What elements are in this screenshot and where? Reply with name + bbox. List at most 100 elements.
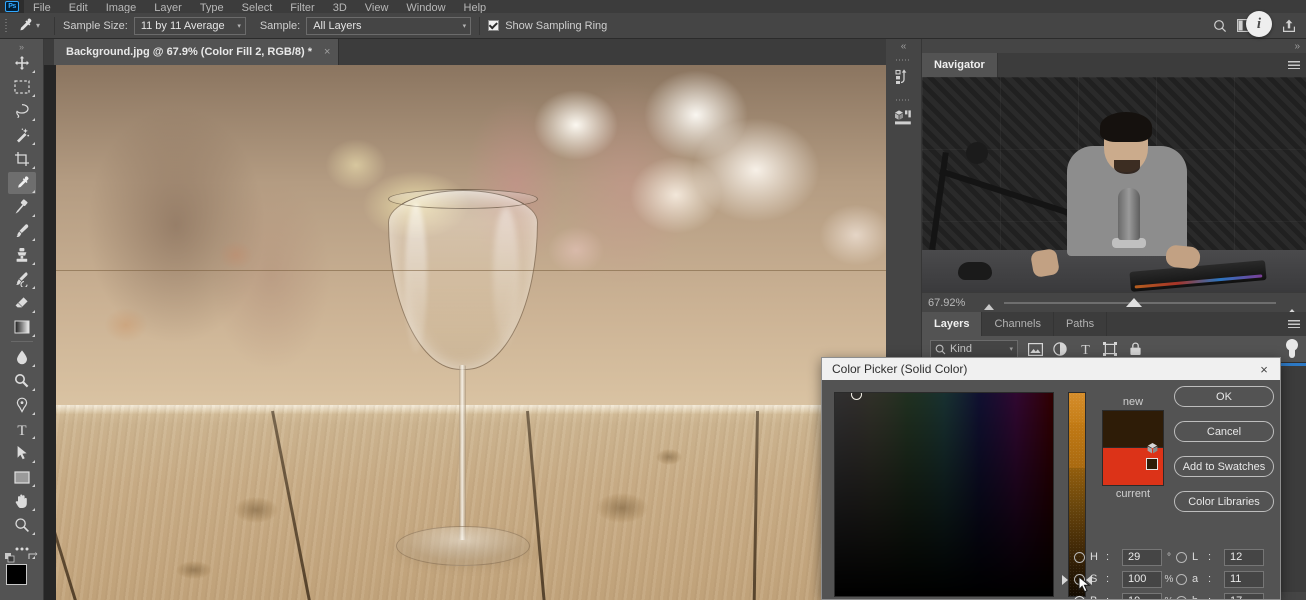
- menu-view[interactable]: View: [356, 0, 398, 13]
- gradient-tool[interactable]: [8, 316, 36, 338]
- rectangular-marquee-tool[interactable]: [8, 76, 36, 98]
- hue-input[interactable]: 29: [1122, 548, 1162, 566]
- panel-group-grip[interactable]: [886, 56, 920, 63]
- hue-field-group[interactable]: H : 29 °: [1074, 548, 1176, 566]
- tool-preset-chevron-icon[interactable]: ▾: [36, 21, 40, 30]
- properties-panel-icon[interactable]: [888, 103, 918, 131]
- share-icon[interactable]: [1282, 18, 1296, 33]
- history-panel-icon[interactable]: [888, 63, 918, 91]
- menu-select[interactable]: Select: [233, 0, 282, 13]
- toolbar-collapse-handle[interactable]: [0, 43, 43, 52]
- navigator-view-box[interactable]: [924, 79, 1304, 290]
- color-field[interactable]: [834, 392, 1054, 597]
- clone-stamp-tool[interactable]: [8, 244, 36, 266]
- eyedropper-icon[interactable]: [12, 15, 36, 37]
- tab-paths[interactable]: Paths: [1053, 312, 1108, 336]
- color-libraries-button[interactable]: Color Libraries: [1174, 491, 1274, 512]
- menu-edit[interactable]: Edit: [60, 0, 97, 13]
- lab-a-input[interactable]: 11: [1224, 570, 1264, 588]
- menu-help[interactable]: Help: [455, 0, 496, 13]
- gamut-warning-icon[interactable]: [1146, 442, 1159, 455]
- eraser-tool[interactable]: [8, 292, 36, 314]
- blur-tool[interactable]: [8, 346, 36, 368]
- path-selection-tool[interactable]: [8, 442, 36, 464]
- lab-b-input[interactable]: 17: [1224, 592, 1264, 599]
- filter-smart-object-icon[interactable]: [1127, 341, 1143, 357]
- panel-menu-icon[interactable]: [1282, 312, 1306, 336]
- filter-pixel-icon[interactable]: [1027, 341, 1043, 357]
- menu-window[interactable]: Window: [397, 0, 454, 13]
- menu-filter[interactable]: Filter: [281, 0, 323, 13]
- navigator-zoom-slider[interactable]: [1004, 296, 1276, 310]
- expand-panels-icon[interactable]: «: [886, 39, 921, 53]
- history-brush-tool[interactable]: [8, 268, 36, 290]
- menu-type[interactable]: Type: [191, 0, 233, 13]
- sample-size-select[interactable]: 11 by 11 Average ▾: [133, 16, 246, 35]
- canvas-area[interactable]: [44, 65, 886, 600]
- menu-layer[interactable]: Layer: [145, 0, 191, 13]
- saturation-input[interactable]: 100: [1122, 570, 1162, 588]
- close-icon[interactable]: ×: [324, 46, 330, 58]
- hand-tool[interactable]: [8, 490, 36, 512]
- hue-slider-handle-left[interactable]: [1062, 575, 1068, 585]
- rectangle-tool[interactable]: [8, 466, 36, 488]
- pen-tool[interactable]: [8, 394, 36, 416]
- cancel-button[interactable]: Cancel: [1174, 421, 1274, 442]
- color-picker-titlebar[interactable]: Color Picker (Solid Color) ×: [822, 358, 1280, 380]
- sample-select[interactable]: All Layers ▾: [306, 16, 472, 35]
- filter-adjustment-icon[interactable]: [1052, 341, 1068, 357]
- document-tab[interactable]: Background.jpg @ 67.9% (Color Fill 2, RG…: [54, 39, 340, 65]
- navigator-zoom-value[interactable]: 67.92%: [928, 297, 974, 309]
- zoom-tool[interactable]: [8, 514, 36, 536]
- web-safe-color-chip[interactable]: [1146, 458, 1158, 470]
- filter-kind-select[interactable]: Kind ▾: [930, 340, 1018, 358]
- brush-tool[interactable]: [8, 220, 36, 242]
- ok-button[interactable]: OK: [1174, 386, 1274, 407]
- tab-navigator[interactable]: Navigator: [922, 53, 998, 77]
- type-tool[interactable]: T: [8, 418, 36, 440]
- panel-group-grip[interactable]: [886, 96, 920, 103]
- close-icon[interactable]: ×: [1254, 362, 1274, 377]
- navigator-thumbnail[interactable]: [922, 77, 1306, 292]
- tab-layers[interactable]: Layers: [922, 312, 983, 336]
- tab-channels[interactable]: Channels: [982, 312, 1054, 336]
- brightness-label: B: [1090, 595, 1106, 599]
- lightness-input[interactable]: 12: [1224, 548, 1264, 566]
- lightness-field-group[interactable]: L : 12: [1176, 548, 1278, 566]
- toolbar-divider-1: [10, 341, 33, 342]
- zoom-out-icon[interactable]: [982, 296, 996, 310]
- lab-b-radio[interactable]: [1176, 595, 1187, 599]
- glass-rim: [388, 189, 538, 209]
- search-icon[interactable]: [1213, 19, 1227, 33]
- zoom-in-icon[interactable]: [1284, 296, 1300, 318]
- healing-brush-tool[interactable]: [8, 196, 36, 218]
- dodge-tool[interactable]: [8, 370, 36, 392]
- document-image[interactable]: [56, 65, 886, 600]
- lasso-tool[interactable]: [8, 100, 36, 122]
- info-badge[interactable]: i: [1246, 11, 1272, 37]
- lab-a-field-group[interactable]: a : 11: [1176, 570, 1278, 588]
- filter-enable-toggle[interactable]: [1286, 339, 1298, 359]
- show-sampling-ring-checkbox[interactable]: Show Sampling Ring: [488, 20, 613, 32]
- move-tool[interactable]: [8, 52, 36, 74]
- color-picker-dialog[interactable]: Color Picker (Solid Color) × new current: [821, 357, 1281, 600]
- brightness-input[interactable]: 19: [1122, 592, 1162, 599]
- panel-menu-icon[interactable]: [1282, 53, 1306, 77]
- hue-radio[interactable]: [1074, 551, 1085, 563]
- options-bar-grip[interactable]: [0, 13, 12, 39]
- menu-file[interactable]: File: [24, 0, 60, 13]
- collapse-dock-icon[interactable]: »: [1294, 41, 1300, 52]
- crop-tool[interactable]: [8, 148, 36, 170]
- lab-b-field-group[interactable]: b : 17: [1176, 592, 1278, 599]
- foreground-color-swatch[interactable]: [5, 564, 27, 585]
- menu-3d[interactable]: 3D: [324, 0, 356, 13]
- lightness-radio[interactable]: [1176, 551, 1187, 563]
- eyedropper-tool[interactable]: [7, 172, 36, 194]
- menu-image[interactable]: Image: [97, 0, 146, 13]
- filter-type-icon[interactable]: T: [1077, 341, 1093, 357]
- lab-a-radio[interactable]: [1176, 573, 1187, 585]
- filter-shape-icon[interactable]: [1102, 341, 1118, 357]
- add-to-swatches-button[interactable]: Add to Swatches: [1174, 456, 1274, 477]
- swap-colors-icon[interactable]: [27, 551, 39, 565]
- magic-wand-tool[interactable]: [8, 124, 36, 146]
